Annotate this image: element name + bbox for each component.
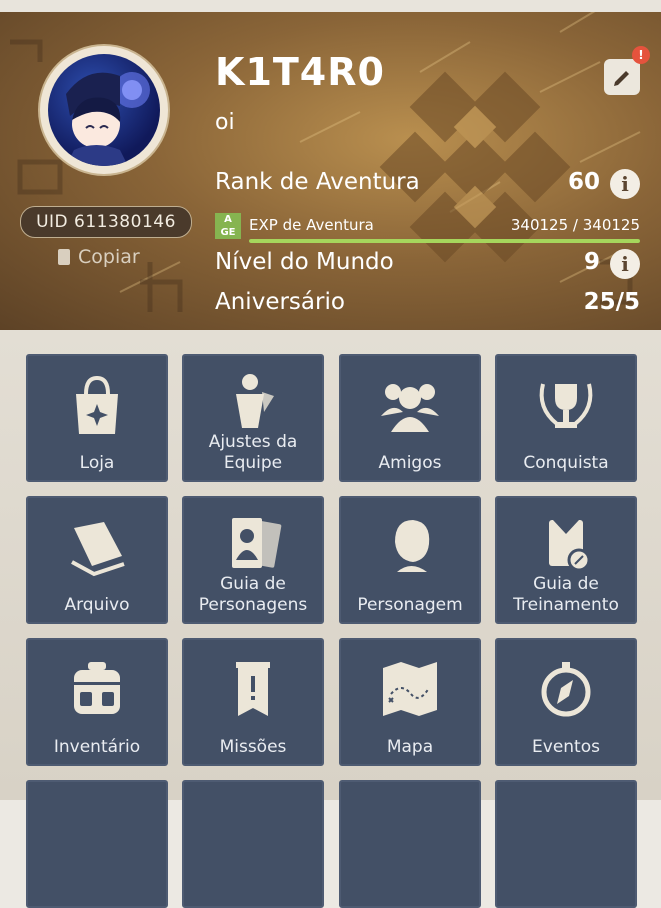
birthday-label: Aniversário [215, 289, 345, 315]
training-guide-icon [497, 512, 635, 582]
menu-tile-partial[interactable] [182, 780, 324, 908]
adventure-exp-row: A GE EXP de Aventura 340125 / 340125 [215, 213, 640, 243]
exp-value: 340125 / 340125 [510, 216, 640, 234]
menu-label: Loja [79, 453, 115, 473]
username: K1T4R0 [215, 50, 385, 94]
archive-book-icon [28, 512, 166, 582]
menu-label: Missões [219, 737, 287, 757]
copy-label: Copiar [78, 246, 140, 268]
alert-badge: ! [632, 46, 650, 64]
menu-label: Personagem [357, 595, 463, 615]
menu-tile-shop[interactable]: Loja [26, 354, 168, 482]
world-level-label: Nível do Mundo [215, 249, 394, 275]
menu-label: Eventos [532, 737, 600, 757]
copy-uid-button[interactable]: Copiar [58, 246, 140, 268]
uid-badge: UID 611380146 [20, 206, 192, 238]
rank-info-icon[interactable]: i [610, 169, 640, 199]
menu-tile-partial[interactable] [495, 780, 637, 908]
menu-tile-partial[interactable] [26, 780, 168, 908]
menu-tile-friends[interactable]: Amigos [339, 354, 481, 482]
menu-tile-map[interactable]: Mapa [339, 638, 481, 766]
character-portrait-icon [341, 512, 479, 582]
menu-tile-events[interactable]: Eventos [495, 638, 637, 766]
menu-label: Guia de Treinamento [513, 574, 619, 615]
menu-tile-archive[interactable]: Arquivo [26, 496, 168, 624]
menu-label: Inventário [53, 737, 141, 757]
friends-icon [341, 370, 479, 440]
menu-tile-character-guide[interactable]: Guia de Personagens [182, 496, 324, 624]
menu-label: Conquista [523, 453, 609, 473]
team-setup-icon [184, 370, 322, 440]
world-info-icon[interactable]: i [610, 249, 640, 279]
menu-label: Guia de Personagens [198, 574, 308, 615]
adventure-rank-label: Rank de Aventura [215, 169, 420, 195]
backpack-icon [28, 654, 166, 724]
menu-tile-partial[interactable] [339, 780, 481, 908]
world-level-row: Nível do Mundo 9 i [215, 249, 640, 281]
menu-tile-achievements[interactable]: Conquista [495, 354, 637, 482]
adventure-rank-value: 60 [567, 169, 600, 195]
trophy-icon [497, 370, 635, 440]
pencil-icon [614, 71, 629, 86]
menu-label: Mapa [386, 737, 434, 757]
exp-badge-icon: A GE [215, 213, 241, 239]
exp-progress-bar [249, 239, 640, 243]
menu-label: Arquivo [64, 595, 130, 615]
exp-progress-fill [249, 239, 640, 243]
edit-profile-button[interactable] [604, 59, 640, 95]
map-icon [341, 654, 479, 724]
menu-label: Amigos [378, 453, 442, 473]
quest-banner-icon [184, 654, 322, 724]
birthday-row: Aniversário 25/5 [215, 289, 640, 321]
menu-tile-training-guide[interactable]: Guia de Treinamento [495, 496, 637, 624]
top-strip [0, 0, 661, 12]
avatar-portrait-icon [66, 72, 150, 166]
profile-card: UID 611380146 Copiar K1T4R0 oi ! Rank de… [0, 12, 661, 330]
menu-tile-inventory[interactable]: Inventário [26, 638, 168, 766]
copy-icon [58, 249, 70, 265]
exp-label: EXP de Aventura [249, 216, 374, 234]
avatar[interactable] [48, 54, 160, 166]
shopping-bag-icon [28, 370, 166, 440]
menu-tile-character[interactable]: Personagem [339, 496, 481, 624]
menu-tile-quests[interactable]: Missões [182, 638, 324, 766]
menu-tile-team-setup[interactable]: Ajustes da Equipe [182, 354, 324, 482]
menu-grid: Loja Ajustes da Equipe Amigos Conquista … [0, 330, 661, 908]
birthday-value: 25/5 [583, 289, 640, 315]
compass-icon [497, 654, 635, 724]
signature: oi [215, 110, 235, 135]
adventure-rank-row: Rank de Aventura 60 i [215, 169, 640, 201]
menu-label: Ajustes da Equipe [208, 432, 298, 473]
world-level-value: 9 [583, 249, 600, 275]
character-cards-icon [184, 512, 322, 582]
